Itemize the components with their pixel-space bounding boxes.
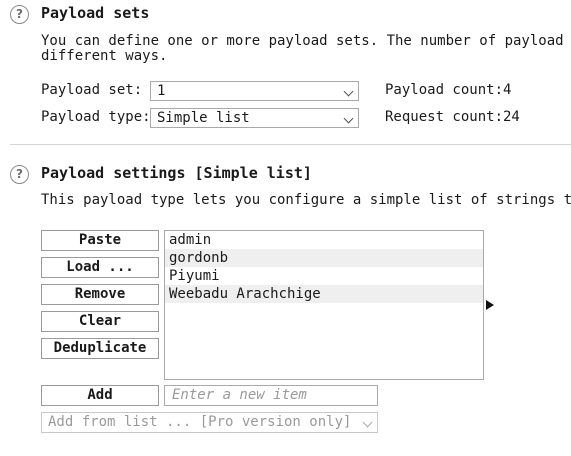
payload-set-select[interactable]: 1 [150, 81, 359, 101]
load-button[interactable]: Load ... [41, 257, 159, 278]
arrow-right-icon [486, 300, 494, 310]
section-divider [10, 144, 571, 145]
payload-sets-title: Payload sets [41, 4, 150, 22]
list-item[interactable]: admin [165, 231, 483, 249]
help-icon[interactable]: ? [10, 165, 29, 184]
list-item[interactable]: gordonb [165, 249, 483, 267]
add-from-list-label: Add from list ... [Pro version only] [48, 414, 352, 430]
payload-settings-title: Payload settings [Simple list] [41, 164, 312, 182]
remove-button[interactable]: Remove [41, 284, 159, 305]
add-from-list-select: Add from list ... [Pro version only] [41, 412, 378, 433]
deduplicate-button[interactable]: Deduplicate [41, 338, 159, 359]
add-button[interactable]: Add [41, 385, 159, 406]
paste-button[interactable]: Paste [41, 230, 159, 251]
payload-type-select[interactable]: Simple list [150, 108, 359, 128]
payload-settings-description: This payload type lets you configure a s… [41, 192, 571, 208]
payload-sets-description-line2: different ways. [41, 48, 168, 64]
chevron-down-icon [362, 417, 373, 428]
payload-count-label: Payload count: [385, 82, 504, 98]
clear-button[interactable]: Clear [41, 311, 159, 332]
chevron-down-icon [343, 86, 354, 97]
chevron-down-icon [343, 113, 354, 124]
payload-set-label: Payload set: [41, 82, 143, 98]
payload-count-value: 4 [503, 82, 512, 98]
request-count-label: Request count: [385, 109, 504, 125]
payload-list[interactable]: admin gordonb Piyumi Weebadu Arachchige [164, 230, 484, 380]
list-item[interactable]: Piyumi [165, 267, 483, 285]
request-count-value: 24 [503, 109, 520, 125]
intruder-payloads-panel: ? Payload sets You can define one or mor… [0, 0, 571, 456]
payload-set-value: 1 [157, 83, 166, 99]
payload-type-value: Simple list [157, 110, 250, 126]
payload-type-label: Payload type: [41, 109, 151, 125]
list-item[interactable]: Weebadu Arachchige [165, 285, 483, 303]
help-icon[interactable]: ? [10, 5, 29, 24]
new-item-input[interactable]: Enter a new item [164, 385, 378, 406]
